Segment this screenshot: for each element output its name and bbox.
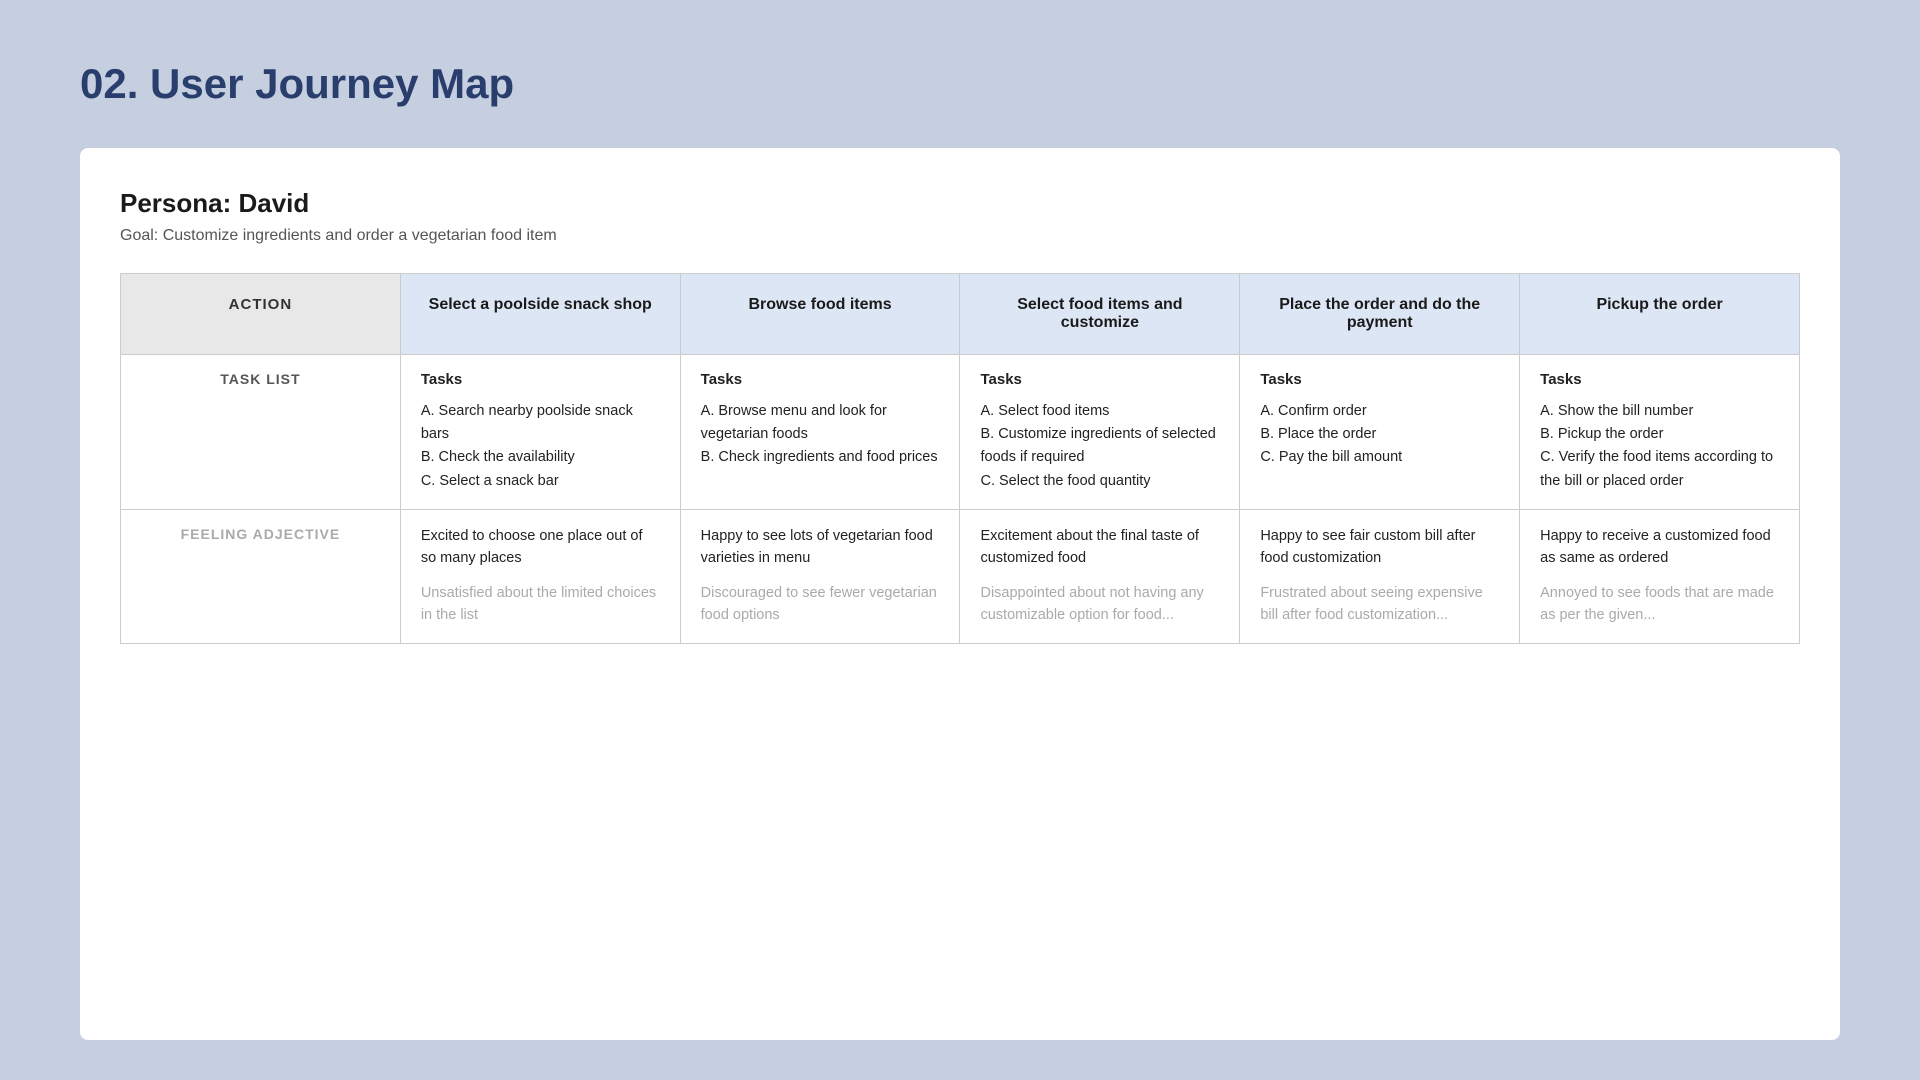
col-header-1: Select a poolside snack shop (400, 274, 680, 355)
feeling-cell-5: Happy to receive a customized food as sa… (1520, 509, 1800, 643)
persona-name: Persona: David (120, 188, 1800, 219)
feeling-negative-1: Unsatisfied about the limited choices in… (421, 583, 660, 627)
feeling-negative-4: Frustrated about seeing expensive bill a… (1260, 583, 1499, 627)
task-label-1: Tasks (421, 371, 660, 388)
feeling-cell-3: Excitement about the final taste of cust… (960, 509, 1240, 643)
col-header-action: ACTION (121, 274, 401, 355)
task-label-4: Tasks (1260, 371, 1499, 388)
task-cell-1: Tasks A. Search nearby poolside snack ba… (400, 355, 680, 510)
task-items-3: A. Select food itemsB. Customize ingredi… (980, 400, 1219, 493)
task-cell-3: Tasks A. Select food itemsB. Customize i… (960, 355, 1240, 510)
task-items-1: A. Search nearby poolside snack barsB. C… (421, 400, 660, 493)
col-header-3: Select food items and customize (960, 274, 1240, 355)
col-header-4: Place the order and do the payment (1240, 274, 1520, 355)
feeling-positive-3: Excitement about the final taste of cust… (980, 526, 1219, 570)
task-label-2: Tasks (701, 371, 940, 388)
feeling-cell-2: Happy to see lots of vegetarian food var… (680, 509, 960, 643)
feeling-negative-2: Discouraged to see fewer vegetarian food… (701, 583, 940, 627)
task-items-4: A. Confirm orderB. Place the orderC. Pay… (1260, 400, 1499, 470)
feeling-positive-2: Happy to see lots of vegetarian food var… (701, 526, 940, 570)
feeling-positive-1: Excited to choose one place out of so ma… (421, 526, 660, 570)
task-cell-2: Tasks A. Browse menu and look for vegeta… (680, 355, 960, 510)
feeling-positive-5: Happy to receive a customized food as sa… (1540, 526, 1779, 570)
persona-goal: Goal: Customize ingredients and order a … (120, 227, 1800, 245)
task-row-label: TASK LIST (121, 355, 401, 510)
task-items-2: A. Browse menu and look for vegetarian f… (701, 400, 940, 470)
feeling-negative-5: Annoyed to see foods that are made as pe… (1540, 583, 1779, 627)
page-title: 02. User Journey Map (80, 60, 1840, 108)
feeling-negative-3: Disappointed about not having any custom… (980, 583, 1219, 627)
task-cell-4: Tasks A. Confirm orderB. Place the order… (1240, 355, 1520, 510)
feeling-positive-4: Happy to see fair custom bill after food… (1260, 526, 1499, 570)
feeling-row-label: FEELING ADJECTIVE (121, 509, 401, 643)
col-header-2: Browse food items (680, 274, 960, 355)
task-label-5: Tasks (1540, 371, 1779, 388)
feeling-cell-4: Happy to see fair custom bill after food… (1240, 509, 1520, 643)
task-cell-5: Tasks A. Show the bill numberB. Pickup t… (1520, 355, 1800, 510)
feeling-cell-1: Excited to choose one place out of so ma… (400, 509, 680, 643)
task-items-5: A. Show the bill numberB. Pickup the ord… (1540, 400, 1779, 493)
col-header-5: Pickup the order (1520, 274, 1800, 355)
task-label-3: Tasks (980, 371, 1219, 388)
journey-map-table: ACTION Select a poolside snack shop Brow… (120, 273, 1800, 644)
journey-map-card: Persona: David Goal: Customize ingredien… (80, 148, 1840, 1040)
